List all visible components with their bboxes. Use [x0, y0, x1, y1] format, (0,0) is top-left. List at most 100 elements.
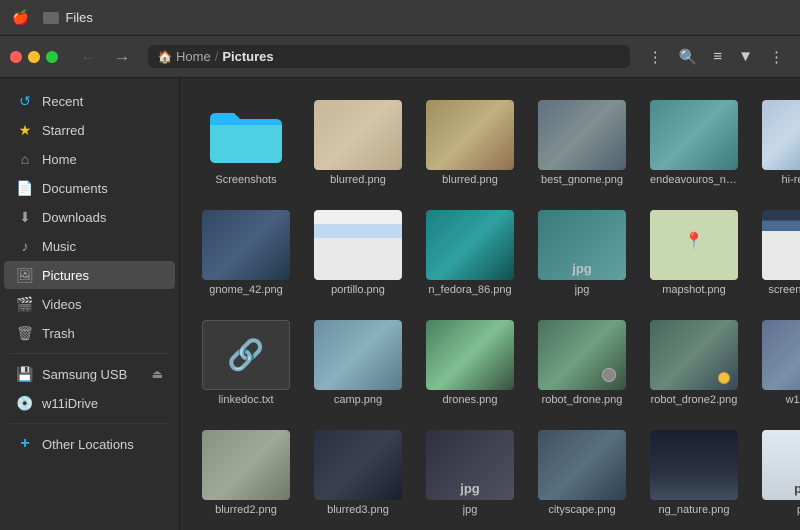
sidebar-separator-2	[10, 423, 169, 424]
list-item[interactable]: hi-res.png	[756, 94, 800, 192]
file-label: drones.png	[442, 394, 497, 406]
file-label: robot_drone.png	[542, 394, 623, 406]
videos-icon: 🎬	[16, 295, 34, 313]
list-item[interactable]: w11.png	[756, 314, 800, 412]
list-item[interactable]: cityscape.png	[532, 424, 632, 522]
image-thumb	[314, 210, 402, 280]
content-area: Screenshots blurred.png blurred.png best…	[180, 78, 800, 530]
file-label: endeavouros_n.png	[650, 174, 738, 186]
list-item[interactable]: png png	[756, 424, 800, 522]
music-icon: ♪	[16, 237, 34, 255]
apple-icon: 🍎	[12, 9, 29, 26]
image-thumb	[314, 430, 402, 500]
sidebar-item-pictures[interactable]: 🖼 Pictures	[4, 261, 175, 289]
sidebar-item-downloads[interactable]: ⬇ Downloads	[4, 203, 175, 231]
image-thumb	[762, 320, 800, 390]
attachment-thumb: 🔗	[202, 320, 290, 390]
list-item[interactable]: robot_drone2.png	[644, 314, 744, 412]
sidebar-item-other-locations[interactable]: + Other Locations	[4, 430, 175, 458]
image-thumb	[538, 320, 626, 390]
image-thumb	[538, 430, 626, 500]
file-label: blurred.png	[330, 174, 386, 186]
file-item-screenshots[interactable]: Screenshots	[196, 94, 296, 192]
file-label: camp.png	[334, 394, 382, 406]
close-button[interactable]	[10, 51, 22, 63]
sidebar: ↺ Recent ★ Starred ⌂ Home 📄 Documents ⬇ …	[0, 78, 180, 530]
recent-icon: ↺	[16, 92, 34, 110]
image-thumb	[314, 320, 402, 390]
folder-label-screenshots: Screenshots	[215, 174, 276, 186]
more-button[interactable]: ⋮	[763, 44, 790, 70]
home-icon: ⌂	[16, 150, 34, 168]
list-item[interactable]: robot_drone.png	[532, 314, 632, 412]
list-item[interactable]: portillo.png	[308, 204, 408, 302]
toolbar: ← → 🏠 Home / Pictures ⋮ 🔍 ≡ ▼ ⋮	[0, 36, 800, 78]
image-thumb	[650, 320, 738, 390]
image-thumb	[314, 100, 402, 170]
list-item[interactable]: best_gnome.png	[532, 94, 632, 192]
list-view-button[interactable]: ≡	[707, 44, 728, 69]
eject-samsung-button[interactable]: ⏏	[152, 367, 163, 381]
list-item[interactable]: ng_nature.png	[644, 424, 744, 522]
file-label: blurred3.png	[327, 504, 389, 516]
type-badge-thumb: jpg	[426, 430, 514, 500]
minimize-button[interactable]	[28, 51, 40, 63]
forward-button[interactable]: →	[108, 46, 136, 68]
breadcrumb: 🏠 Home / Pictures	[148, 45, 630, 68]
list-item[interactable]: camp.png	[308, 314, 408, 412]
file-label: jpg	[463, 504, 478, 516]
sidebar-item-videos[interactable]: 🎬 Videos	[4, 290, 175, 318]
image-thumb	[538, 100, 626, 170]
sidebar-item-music[interactable]: ♪ Music	[4, 232, 175, 260]
sidebar-item-documents[interactable]: 📄 Documents	[4, 174, 175, 202]
list-item[interactable]: blurred.png	[420, 94, 520, 192]
sidebar-item-starred[interactable]: ★ Starred	[4, 116, 175, 144]
list-item[interactable]: drones.png	[420, 314, 520, 412]
sidebar-separator-1	[10, 353, 169, 354]
image-thumb	[426, 320, 514, 390]
sidebar-item-samsung-usb[interactable]: 💾 Samsung USB ⏏	[4, 360, 175, 388]
list-item[interactable]: gnome_42.png	[196, 204, 296, 302]
breadcrumb-current: Pictures	[222, 49, 273, 64]
image-thumb	[426, 100, 514, 170]
file-grid: Screenshots blurred.png blurred.png best…	[196, 94, 784, 522]
list-item[interactable]: 🔗 linkedoc.txt	[196, 314, 296, 412]
file-type-badge: jpg	[568, 257, 596, 280]
file-label: w11.png	[786, 394, 800, 406]
sort-button[interactable]: ▼	[732, 44, 759, 69]
search-button[interactable]: 🔍	[673, 44, 704, 70]
image-thumb	[762, 100, 800, 170]
sidebar-item-home[interactable]: ⌂ Home	[4, 145, 175, 173]
breadcrumb-home[interactable]: 🏠 Home	[158, 49, 211, 64]
sidebar-item-trash[interactable]: 🗑 Trash	[4, 319, 175, 347]
usb-drive-icon: 💾	[16, 365, 34, 383]
image-thumb	[650, 100, 738, 170]
file-label: robot_drone2.png	[651, 394, 738, 406]
list-item[interactable]: 📍 mapshot.png	[644, 204, 744, 302]
menu-button[interactable]: ⋮	[642, 44, 669, 70]
list-item[interactable]: jpg jpg	[420, 424, 520, 522]
list-item[interactable]: endeavouros_n.png	[644, 94, 744, 192]
starred-icon: ★	[16, 121, 34, 139]
trash-icon: 🗑	[16, 324, 34, 342]
file-label: best_gnome.png	[541, 174, 623, 186]
list-item[interactable]: blurred.png	[308, 94, 408, 192]
sidebar-item-recent[interactable]: ↺ Recent	[4, 87, 175, 115]
maximize-button[interactable]	[46, 51, 58, 63]
image-thumb	[426, 210, 514, 280]
sidebar-item-w11idrive[interactable]: 💿 w11iDrive	[4, 389, 175, 417]
home-icon: 🏠	[158, 50, 172, 64]
list-item[interactable]: screenshot.png	[756, 204, 800, 302]
pictures-icon: 🖼	[16, 266, 34, 284]
list-item[interactable]: blurred2.png	[196, 424, 296, 522]
other-locations-icon: +	[16, 435, 34, 453]
back-button[interactable]: ←	[74, 46, 102, 68]
title-bar: 🍎 Files	[0, 0, 800, 36]
list-item[interactable]: blurred3.png	[308, 424, 408, 522]
map-pin-icon: 📍	[684, 231, 704, 251]
list-item[interactable]: jpg jpg	[532, 204, 632, 302]
toolbar-actions: ⋮ 🔍 ≡ ▼ ⋮	[642, 44, 790, 70]
app-name: Files	[43, 10, 92, 25]
list-item[interactable]: n_fedora_86.png	[420, 204, 520, 302]
image-thumb	[762, 210, 800, 280]
